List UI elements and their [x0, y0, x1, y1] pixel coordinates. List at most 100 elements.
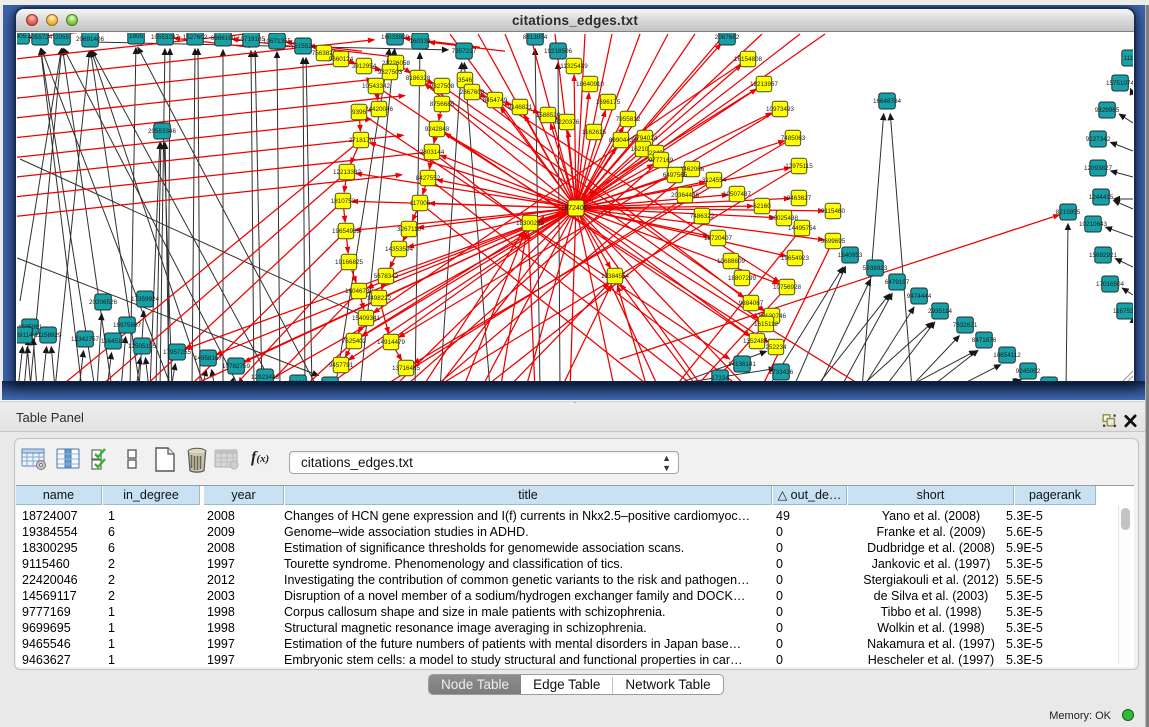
svg-text:17359924: 17359924 — [131, 296, 160, 303]
svg-text:1905: 1905 — [129, 33, 144, 40]
svg-text:8454749: 8454749 — [483, 97, 508, 104]
svg-text:9457791: 9457791 — [329, 362, 354, 369]
svg-text:18300295: 18300295 — [516, 220, 545, 227]
svg-text:14353594: 14353594 — [385, 246, 414, 253]
svg-text:1696175: 1696175 — [596, 99, 621, 106]
svg-text:16033809: 16033809 — [381, 34, 410, 41]
svg-text:8186328: 8186328 — [406, 75, 431, 82]
svg-text:8756685: 8756685 — [430, 101, 455, 108]
svg-text:9146821: 9146821 — [508, 104, 533, 111]
svg-text:5678342: 5678342 — [374, 273, 399, 280]
svg-text:1162615: 1162615 — [582, 129, 607, 136]
svg-text:18724007: 18724007 — [560, 205, 591, 212]
svg-text:5938923: 5938923 — [863, 265, 888, 272]
svg-text:1527602: 1527602 — [183, 34, 208, 41]
svg-text:9242848: 9242848 — [425, 126, 450, 133]
svg-text:12093827: 12093827 — [1084, 165, 1113, 172]
svg-text:12505195: 12505195 — [128, 343, 157, 350]
svg-text:2718170: 2718170 — [349, 137, 374, 144]
svg-text:9115460: 9115460 — [821, 208, 846, 215]
svg-text:14136141: 14136141 — [728, 361, 757, 368]
svg-text:10210643: 10210643 — [1079, 221, 1108, 228]
svg-text:18807299: 18807299 — [728, 275, 757, 282]
svg-text:10782759: 10782759 — [222, 363, 251, 370]
svg-text:62160: 62160 — [753, 203, 771, 210]
svg-text:18640910: 18640910 — [576, 81, 605, 88]
svg-text:117006: 117006 — [410, 200, 431, 207]
svg-text:9474444: 9474444 — [907, 293, 932, 300]
svg-text:9699695: 9699695 — [821, 238, 846, 245]
svg-text:12923448: 12923448 — [251, 374, 280, 381]
svg-text:10688609: 10688609 — [717, 258, 746, 265]
svg-text:9327508: 9327508 — [430, 83, 455, 90]
svg-text:9463627: 9463627 — [787, 195, 812, 202]
svg-text:9327503: 9327503 — [378, 69, 403, 76]
svg-text:14495754: 14495754 — [788, 225, 817, 232]
svg-text:12342757: 12342757 — [71, 336, 100, 343]
svg-text:8427552: 8427552 — [416, 175, 441, 182]
svg-text:17016504: 17016504 — [1096, 281, 1125, 288]
svg-text:9227342: 9227342 — [1086, 136, 1111, 143]
svg-text:19975867: 19975867 — [113, 322, 142, 329]
svg-text:24420046: 24420046 — [365, 106, 394, 113]
svg-text:9777169: 9777169 — [649, 157, 674, 164]
svg-text:11156829: 11156829 — [34, 332, 62, 339]
svg-text:1810753: 1810753 — [331, 198, 356, 205]
svg-text:9245052: 9245052 — [1016, 368, 1041, 375]
svg-text:3124554: 3124554 — [702, 177, 727, 184]
svg-text:17957255: 17957255 — [163, 349, 192, 356]
svg-text:1117: 1117 — [1123, 55, 1133, 62]
svg-text:16046738: 16046738 — [345, 288, 374, 295]
svg-text:6966160: 6966160 — [211, 35, 236, 42]
svg-text:17334: 17334 — [711, 375, 729, 381]
svg-text:3546: 3546 — [458, 77, 473, 84]
svg-text:20553346: 20553346 — [148, 128, 177, 135]
svg-text:20364436: 20364436 — [671, 192, 700, 199]
svg-text:2935114: 2935114 — [928, 308, 953, 315]
svg-text:8220376: 8220376 — [555, 119, 580, 126]
svg-text:19654935: 19654935 — [332, 228, 361, 235]
svg-text:9329965: 9329965 — [1095, 107, 1120, 114]
svg-text:12975115: 12975115 — [785, 163, 813, 170]
svg-text:19218506: 19218506 — [544, 48, 573, 55]
svg-text:1164519: 1164519 — [101, 338, 126, 345]
svg-text:10671355: 10671355 — [263, 38, 292, 45]
svg-text:10756928: 10756928 — [773, 284, 802, 291]
svg-text:12213382: 12213382 — [333, 169, 362, 176]
svg-text:19166825: 19166825 — [335, 259, 364, 266]
svg-text:15692921: 15692921 — [1089, 252, 1118, 259]
svg-text:8215955: 8215955 — [1056, 209, 1081, 216]
svg-text:8471876: 8471876 — [972, 337, 997, 344]
svg-text:2087682: 2087682 — [715, 34, 740, 41]
svg-text:9384067: 9384067 — [739, 300, 764, 307]
svg-text:1498222: 1498222 — [367, 295, 392, 302]
svg-text:7625402: 7625402 — [342, 338, 367, 345]
svg-text:129234: 129234 — [287, 380, 309, 381]
svg-text:13716485: 13716485 — [392, 365, 421, 372]
svg-text:2055: 2055 — [55, 34, 70, 41]
svg-text:10553287: 10553287 — [151, 34, 180, 41]
svg-text:15751074: 15751074 — [1106, 80, 1133, 87]
svg-text:8990443: 8990443 — [609, 137, 634, 144]
svg-text:3912954: 3912954 — [352, 63, 377, 70]
svg-text:7485063: 7485063 — [781, 135, 806, 142]
svg-text:39114: 39114 — [17, 332, 33, 339]
svg-text:6497565: 6497565 — [663, 172, 688, 179]
svg-text:14958167: 14958167 — [194, 355, 223, 362]
svg-text:405: 405 — [17, 33, 27, 40]
svg-text:15409341: 15409341 — [352, 315, 381, 322]
svg-text:10973493: 10973493 — [766, 106, 795, 113]
svg-text:10507487: 10507487 — [723, 191, 752, 198]
svg-text:4055724: 4055724 — [28, 34, 53, 41]
svg-text:1640953: 1640953 — [838, 252, 863, 259]
svg-text:1588520: 1588520 — [536, 112, 561, 119]
svg-text:11325419: 11325419 — [560, 63, 588, 70]
svg-text:1167534: 1167534 — [1113, 308, 1133, 315]
svg-text:20691406: 20691406 — [76, 36, 105, 43]
svg-text:8813054: 8813054 — [523, 34, 548, 41]
svg-text:1244415: 1244415 — [1089, 194, 1114, 201]
svg-text:1733426: 1733426 — [769, 369, 794, 376]
svg-text:10719185: 10719185 — [237, 36, 266, 43]
svg-text:1615112: 1615112 — [754, 321, 779, 328]
svg-text:14914479: 14914479 — [377, 339, 406, 346]
